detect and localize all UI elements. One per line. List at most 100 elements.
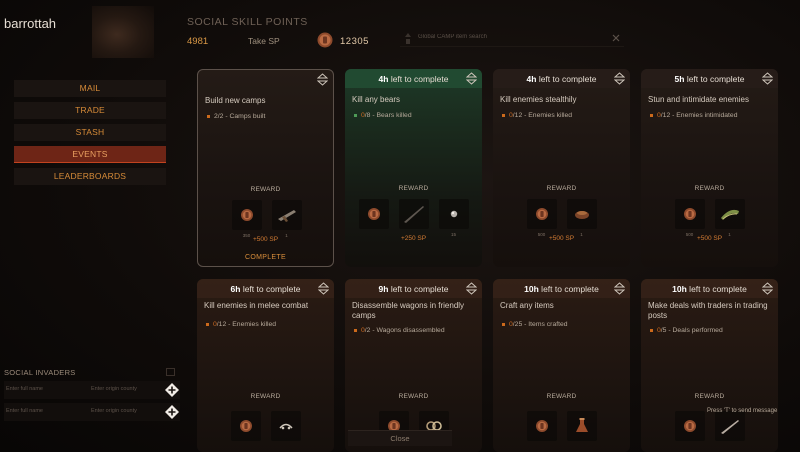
invader-name-field[interactable]: Enter full name	[6, 408, 43, 414]
bullet-icon	[354, 113, 357, 117]
challenge-card[interactable]: 4h left to complete Kill enemies stealthi…	[493, 69, 630, 267]
close-button[interactable]: Close	[348, 430, 452, 446]
challenge-progress: 0/8 - Bears killed	[354, 112, 412, 119]
challenge-card[interactable]: 9h left to complete Disassemble wagons in…	[345, 279, 482, 452]
reward-slot[interactable]: 1	[714, 199, 745, 237]
player-name: barrottah	[4, 16, 57, 31]
coin-icon	[683, 208, 696, 220]
challenge-card[interactable]: 4h left to complete Kill any bears 0/8 - B…	[345, 69, 482, 267]
challenge-progress: 2/2 - Camps built	[207, 113, 265, 120]
grenade-icon	[720, 209, 739, 220]
bullet-icon	[206, 322, 209, 326]
reward-slots: 15	[345, 199, 482, 237]
nav-item-trade[interactable]: TRADE	[14, 102, 166, 119]
blade-icon	[720, 420, 739, 434]
challenge-progress: 0/12 - Enemies intimidated	[650, 112, 737, 119]
reward-slot[interactable]: 1	[271, 200, 302, 238]
coin-icon	[240, 209, 253, 221]
reward-slot[interactable]: 1	[566, 199, 597, 237]
reward-slot[interactable]	[230, 411, 261, 441]
sp-value: 4981	[187, 36, 209, 47]
invaders-title: SOCIAL INVADERS	[4, 368, 76, 377]
expand-toggle-icon[interactable]	[317, 282, 330, 300]
challenge-card[interactable]: 10h left to complete Make deals with trad…	[641, 279, 778, 452]
challenge-progress: 0/12 - Enemies killed	[206, 321, 276, 328]
reward-slot[interactable]: 350	[231, 200, 262, 238]
challenge-progress: 0/5 - Deals performed	[650, 327, 723, 334]
sp-gain: +500 SP	[696, 235, 723, 242]
player-profile: barrottah	[0, 0, 180, 62]
challenge-title: Build new camps	[205, 96, 266, 105]
invader-origin-field[interactable]: Enter origin county	[91, 408, 137, 414]
challenge-title: Kill any bears	[352, 95, 401, 104]
expand-toggle-icon[interactable]	[316, 73, 329, 91]
close-icon[interactable]	[610, 32, 622, 44]
time-remaining: 4h left to complete	[493, 69, 630, 88]
nav-item-mail[interactable]: MAIL	[14, 80, 166, 97]
reward-slot[interactable]: 15	[438, 199, 469, 237]
complete-status[interactable]: COMPLETE	[198, 254, 333, 261]
camp-item-search	[400, 31, 624, 47]
time-remaining: 10h left to complete	[641, 279, 778, 298]
reward-slots: 500 1	[641, 199, 778, 237]
sp-gain: +250 SP	[400, 235, 427, 242]
challenge-card[interactable]: Build new camps 2/2 - Camps built REWARD 3…	[197, 69, 334, 267]
social-skill-points-title: SOCIAL SKILL POINTS	[187, 16, 308, 28]
add-invader-icon[interactable]	[164, 382, 180, 398]
invader-name-field[interactable]: Enter full name	[6, 386, 43, 392]
reward-slot[interactable]	[714, 411, 745, 441]
rifle-icon	[277, 210, 296, 222]
reward-slots: 500 1	[493, 199, 630, 237]
coin-count: 12305	[340, 36, 369, 47]
challenge-title: Disassemble wagons in friendly camps	[352, 301, 465, 320]
side-nav: MAIL TRADE STASH EVENTS LEADERBOARDS	[14, 80, 166, 190]
nav-item-events[interactable]: EVENTS	[14, 146, 166, 163]
add-invader-icon[interactable]	[164, 404, 180, 420]
reward-slot[interactable]	[270, 411, 301, 441]
reward-label: REWARD	[546, 393, 577, 400]
expand-toggle-icon[interactable]	[761, 282, 774, 300]
challenge-progress: 0/25 - Items crafted	[502, 321, 568, 328]
reward-slot[interactable]	[398, 199, 429, 229]
take-sp-button[interactable]: Take SP	[248, 36, 280, 46]
expand-toggle-icon[interactable]	[465, 282, 478, 300]
time-remaining: 10h left to complete	[493, 279, 630, 298]
social-invaders-panel: SOCIAL INVADERS Enter full name Enter or…	[4, 368, 180, 421]
reward-slots	[493, 411, 630, 447]
bullet-icon	[502, 113, 505, 117]
expand-toggle-icon[interactable]	[613, 72, 626, 90]
time-remaining: 6h left to complete	[197, 279, 334, 298]
expand-toggle-icon[interactable]	[465, 72, 478, 90]
expand-toggle-icon[interactable]	[613, 282, 626, 300]
time-remaining: 9h left to complete	[345, 279, 482, 298]
challenge-title: Craft any items	[500, 301, 554, 310]
reward-slot[interactable]: 500	[526, 199, 557, 237]
reward-slots	[641, 411, 778, 447]
challenge-title: Make deals with traders in trading posts	[648, 301, 768, 320]
bullet-icon	[354, 328, 357, 332]
knife-icon	[403, 206, 424, 223]
coin-icon	[683, 420, 696, 432]
reward-slot[interactable]	[566, 411, 597, 441]
bug-icon	[278, 423, 293, 430]
sp-gain: +500 SP	[252, 236, 279, 243]
challenge-card[interactable]: 5h left to complete Stun and intimidate e…	[641, 69, 778, 267]
reward-slot[interactable]	[358, 199, 389, 229]
challenge-card[interactable]: 6h left to complete Kill enemies in melee…	[197, 279, 334, 452]
invader-origin-field[interactable]: Enter origin county	[91, 386, 137, 392]
nav-item-leaderboards[interactable]: LEADERBOARDS	[14, 168, 166, 185]
reward-slot[interactable]	[674, 411, 705, 441]
coin-icon	[317, 32, 333, 48]
expand-toggle-icon[interactable]	[761, 72, 774, 90]
pot-icon	[574, 211, 589, 219]
invader-row: Enter full name Enter origin county	[4, 403, 180, 421]
flask-icon	[575, 418, 588, 432]
nav-item-stash[interactable]: STASH	[14, 124, 166, 141]
reward-label: REWARD	[546, 185, 577, 192]
reward-slot[interactable]: 500	[674, 199, 705, 237]
search-input[interactable]	[418, 34, 598, 40]
reward-slot[interactable]	[526, 411, 557, 441]
bullet-icon	[207, 114, 210, 118]
challenge-card[interactable]: 10h left to complete Craft any items 0/25 …	[493, 279, 630, 452]
coin-icon	[239, 420, 252, 432]
